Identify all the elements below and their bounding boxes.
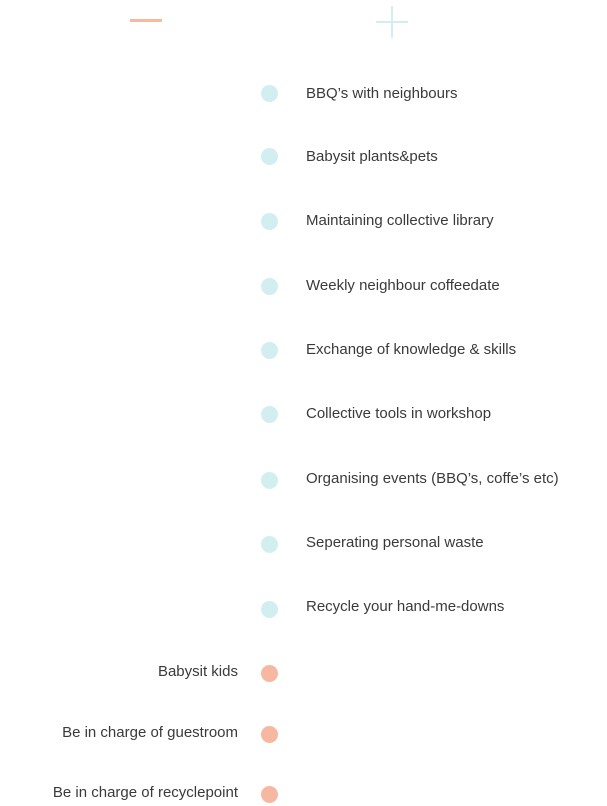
plus-item-label: Babysit plants&pets [306, 148, 438, 165]
plus-item-label: Collective tools in workshop [306, 405, 492, 422]
plus-dot [261, 213, 278, 230]
minus-icon [130, 19, 162, 23]
plus-item-label: Recycle your hand-me-downs [306, 598, 505, 615]
plus-item-label: Maintaining collective library [306, 212, 494, 229]
minus-dot [261, 726, 278, 743]
plus-dot [261, 342, 278, 359]
plus-dot [261, 601, 278, 618]
plus-icon [376, 6, 408, 38]
plus-bar-vertical [391, 6, 393, 38]
plus-item-label: BBQ’s with neighbours [306, 85, 458, 102]
plus-dot [261, 472, 278, 489]
minus-item-label: Be in charge of recyclepoint [52, 784, 238, 801]
minus-dot [261, 665, 278, 682]
plus-dot [261, 85, 278, 102]
minus-item-label: Babysit kids [157, 663, 238, 680]
plus-dot [261, 406, 278, 423]
plus-dot [261, 536, 278, 553]
minus-bar [130, 19, 162, 22]
plus-item-label: Organising events (BBQ’s, coffe’s etc) [306, 470, 559, 487]
plus-item-label: Exchange of knowledge & skills [306, 341, 517, 358]
plus-dot [261, 148, 278, 165]
minus-dot [261, 786, 278, 803]
plus-item-label: Weekly neighbour coffeedate [306, 277, 500, 294]
plus-item-label: Seperating personal waste [306, 534, 484, 551]
minus-item-label: Be in charge of guestroom [62, 724, 238, 741]
plus-dot [261, 278, 278, 295]
